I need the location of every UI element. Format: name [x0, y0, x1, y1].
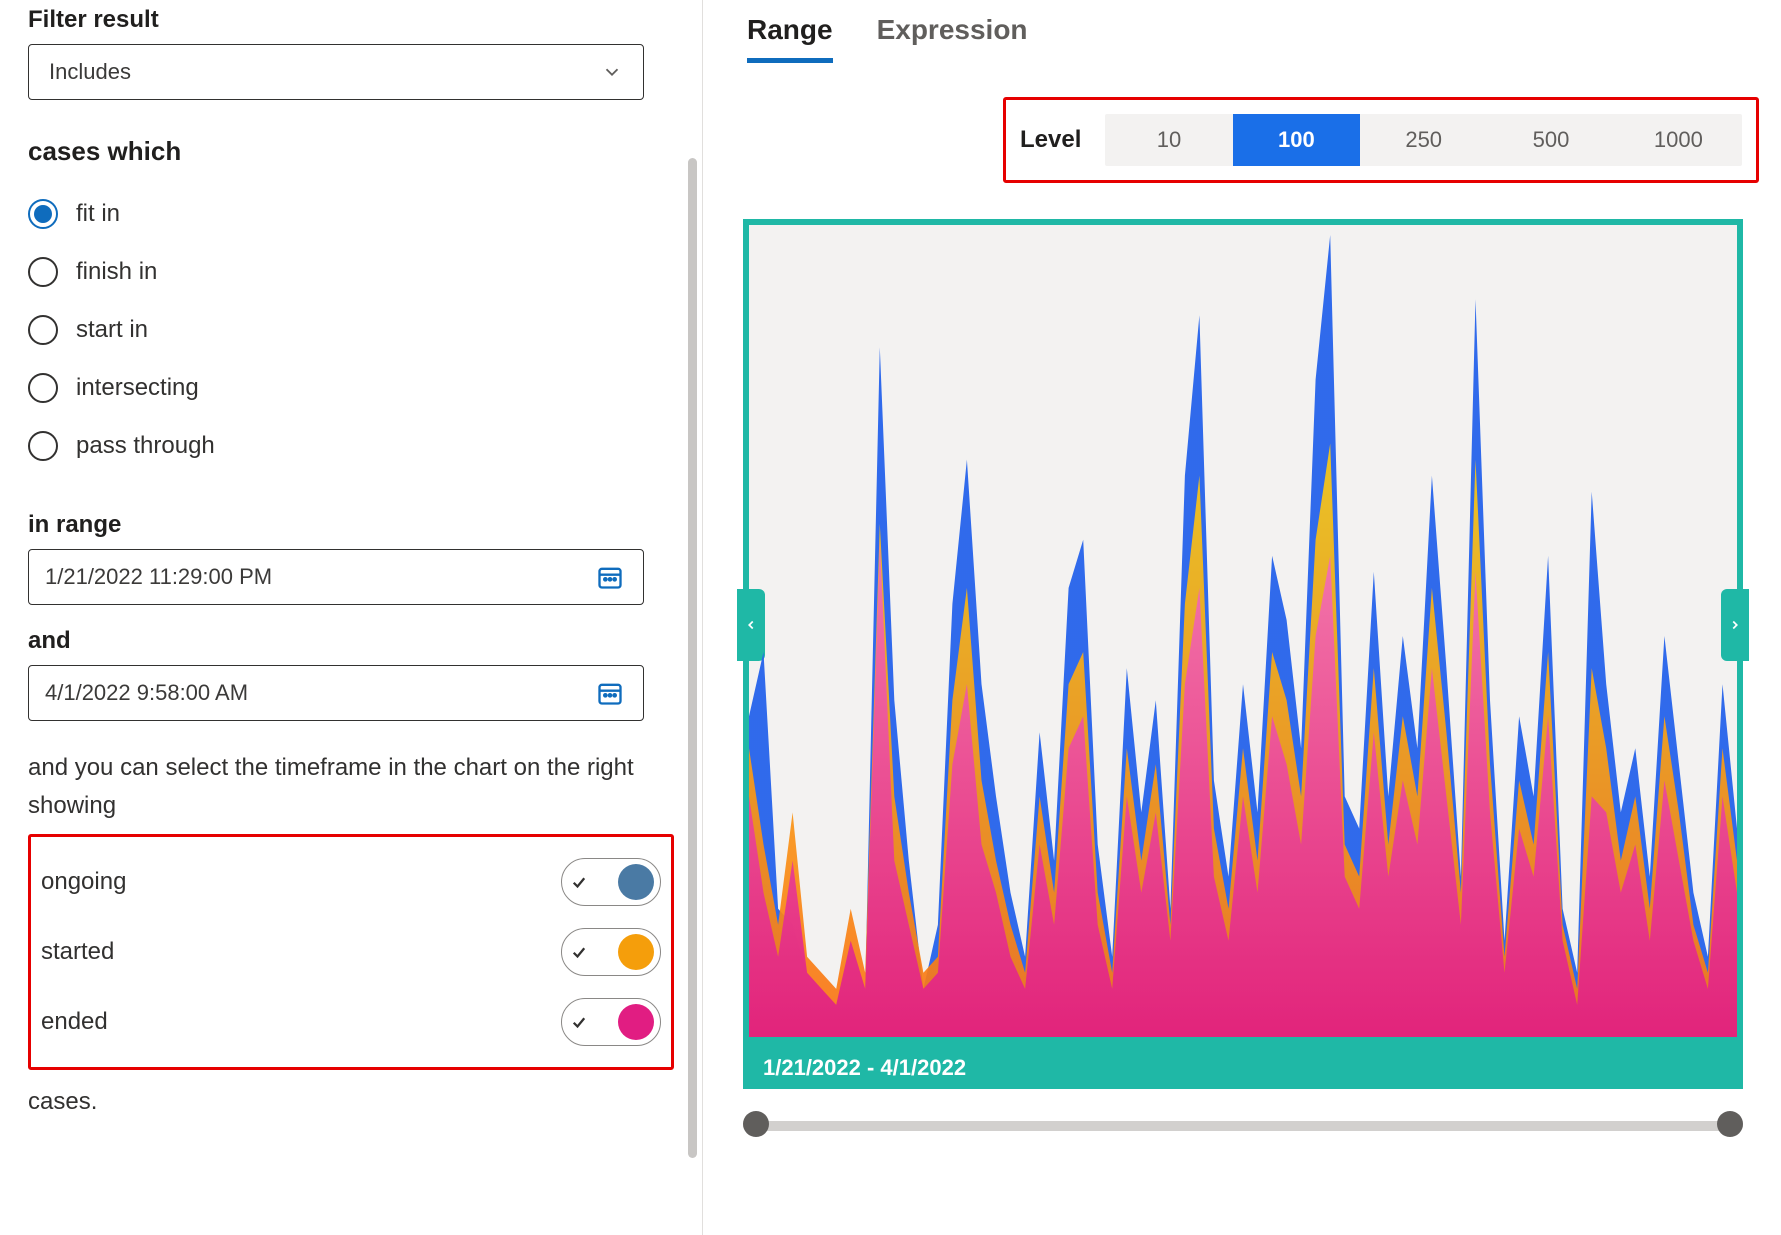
sidebar-scrollbar[interactable] [688, 158, 697, 1158]
radio-label: pass through [76, 432, 215, 460]
tab-range[interactable]: Range [747, 14, 833, 63]
date-to-input[interactable]: 4/1/2022 9:58:00 AM [28, 665, 644, 721]
toggle-row-ongoing: ongoing [37, 847, 665, 917]
filter-result-value: Includes [49, 59, 131, 85]
cases-which-radio-group: fit in finish in start in intersecting pass … [28, 185, 674, 475]
toggle-row-started: started [37, 917, 665, 987]
slider-thumb-left[interactable] [743, 1111, 769, 1137]
right-panel: Range Expression Level 101002505001000 1… [703, 0, 1781, 1235]
chart-daterange-label: 1/21/2022 - 4/1/2022 [763, 1055, 966, 1081]
level-btn-10[interactable]: 10 [1105, 114, 1232, 166]
chevron-down-icon [601, 61, 623, 83]
radio-intersecting[interactable]: intersecting [28, 359, 674, 417]
radio-selected-icon [28, 199, 58, 229]
toggle-label: ongoing [41, 868, 126, 896]
view-tabs: Range Expression [743, 14, 1771, 63]
toggle-knob [618, 934, 654, 970]
in-range-label: in range [28, 511, 674, 539]
filter-result-label: Filter result [28, 6, 674, 34]
toggle-label: started [41, 938, 114, 966]
check-icon [568, 871, 590, 893]
check-icon [568, 941, 590, 963]
calendar-icon[interactable] [593, 676, 627, 710]
date-from-value: 1/21/2022 11:29:00 PM [45, 564, 272, 590]
radio-label: fit in [76, 200, 120, 228]
tab-expression[interactable]: Expression [877, 14, 1028, 63]
date-from-input[interactable]: 1/21/2022 11:29:00 PM [28, 549, 644, 605]
slider-thumb-right[interactable] [1717, 1111, 1743, 1137]
toggle-knob [618, 1004, 654, 1040]
calendar-icon[interactable] [593, 560, 627, 594]
slider-track [743, 1121, 1743, 1131]
series-toggle-highlight: ongoing started ended [28, 834, 674, 1070]
radio-finish-in[interactable]: finish in [28, 243, 674, 301]
toggle-row-ended: ended [37, 987, 665, 1057]
radio-fit-in[interactable]: fit in [28, 185, 674, 243]
radio-unselected-icon [28, 373, 58, 403]
radio-label: start in [76, 316, 148, 344]
level-btn-500[interactable]: 500 [1487, 114, 1614, 166]
level-btn-100[interactable]: 100 [1233, 114, 1360, 166]
radio-label: finish in [76, 258, 157, 286]
filter-result-dropdown[interactable]: Includes [28, 44, 644, 100]
toggle-ongoing[interactable] [561, 858, 661, 906]
timeframe-desc: and you can select the timeframe in the … [28, 749, 674, 826]
chart-area-plot [749, 225, 1737, 1083]
radio-label: intersecting [76, 374, 199, 402]
radio-unselected-icon [28, 257, 58, 287]
radio-unselected-icon [28, 431, 58, 461]
date-to-value: 4/1/2022 9:58:00 AM [45, 680, 248, 706]
level-label: Level [1020, 126, 1081, 154]
toggle-started[interactable] [561, 928, 661, 976]
toggle-label: ended [41, 1008, 108, 1036]
filter-sidebar: Filter result Includes cases which fit i… [0, 0, 703, 1235]
level-btn-1000[interactable]: 1000 [1615, 114, 1742, 166]
timeframe-chart[interactable]: 1/21/2022 - 4/1/2022 [743, 219, 1743, 1089]
level-btn-250[interactable]: 250 [1360, 114, 1487, 166]
check-icon [568, 1011, 590, 1033]
toggle-knob [618, 864, 654, 900]
radio-start-in[interactable]: start in [28, 301, 674, 359]
toggle-ended[interactable] [561, 998, 661, 1046]
trailing-cases-text: cases. [28, 1088, 674, 1116]
and-label: and [28, 627, 674, 655]
chart-range-slider[interactable] [743, 1111, 1743, 1137]
radio-unselected-icon [28, 315, 58, 345]
cases-which-label: cases which [28, 136, 674, 167]
radio-pass-through[interactable]: pass through [28, 417, 674, 475]
level-selector-highlight: Level 101002505001000 [1003, 97, 1759, 183]
level-button-group: 101002505001000 [1105, 114, 1742, 166]
